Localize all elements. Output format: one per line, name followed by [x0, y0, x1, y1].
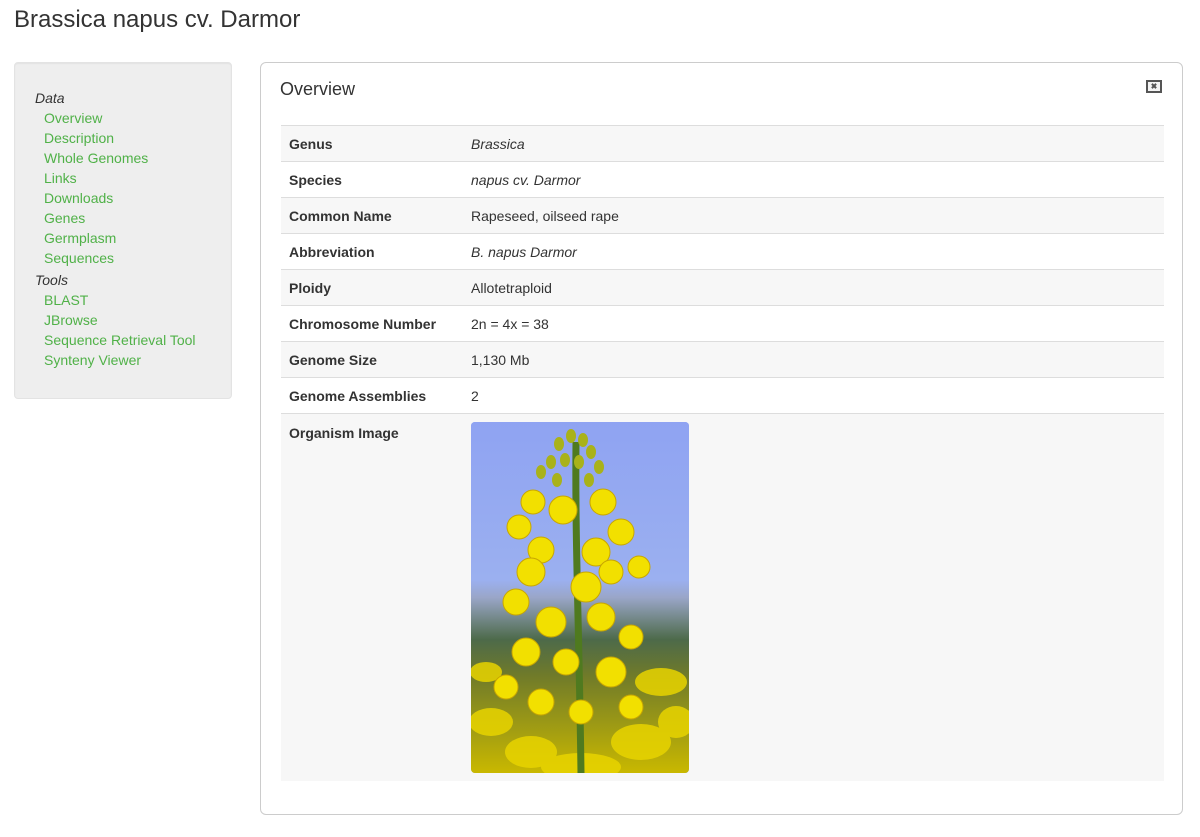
- sidebar-item-overview[interactable]: Overview: [44, 109, 231, 129]
- table-row: Species napus cv. Darmor: [281, 161, 1164, 198]
- sidebar-item-germplasm[interactable]: Germplasm: [44, 229, 231, 249]
- organism-image[interactable]: [471, 422, 689, 773]
- row-label-organism-image: Organism Image: [281, 413, 463, 781]
- row-label-common-name: Common Name: [281, 197, 463, 234]
- sidebar-item-description[interactable]: Description: [44, 129, 231, 149]
- row-label-ploidy: Ploidy: [281, 269, 463, 306]
- row-value-common-name: Rapeseed, oilseed rape: [463, 197, 1164, 234]
- table-row: Genome Assemblies 2: [281, 377, 1164, 414]
- sidebar-heading-tools: Tools: [35, 272, 68, 288]
- table-row: Genus Brassica: [281, 125, 1164, 162]
- row-value-abbreviation: B. napus Darmor: [463, 233, 1164, 270]
- sidebar-item-sequence-retrieval-tool[interactable]: Sequence Retrieval Tool: [44, 331, 231, 351]
- row-value-chromosome-number: 2n = 4x = 38: [463, 305, 1164, 342]
- table-row: Ploidy Allotetraploid: [281, 269, 1164, 306]
- row-value-genome-size: 1,130 Mb: [463, 341, 1164, 378]
- row-value-species: napus cv. Darmor: [463, 161, 1164, 198]
- row-value-genus: Brassica: [463, 125, 1164, 162]
- row-label-genus: Genus: [281, 125, 463, 162]
- overview-panel: Overview Genus Brassica Species napus cv…: [260, 62, 1183, 815]
- row-label-abbreviation: Abbreviation: [281, 233, 463, 270]
- sidebar-group-tools: Tools BLAST JBrowse Sequence Retrieval T…: [15, 271, 231, 371]
- row-label-chromosome-number: Chromosome Number: [281, 305, 463, 342]
- rapeseed-flower-image: [471, 422, 689, 773]
- row-value-organism-image: [463, 413, 1164, 781]
- sidebar: Data Overview Description Whole Genomes …: [14, 62, 232, 399]
- sidebar-item-downloads[interactable]: Downloads: [44, 189, 231, 209]
- row-value-genome-assemblies: 2: [463, 377, 1164, 414]
- table-row: Chromosome Number 2n = 4x = 38: [281, 305, 1164, 342]
- row-label-species: Species: [281, 161, 463, 198]
- page-title: Brassica napus cv. Darmor: [14, 6, 301, 33]
- sidebar-item-jbrowse[interactable]: JBrowse: [44, 311, 231, 331]
- panel-title: Overview: [280, 79, 356, 99]
- table-row: Organism Image: [281, 413, 1164, 781]
- table-row: Abbreviation B. napus Darmor: [281, 233, 1164, 270]
- sidebar-item-blast[interactable]: BLAST: [44, 291, 231, 311]
- overview-table: Genus Brassica Species napus cv. Darmor …: [281, 125, 1164, 781]
- sidebar-item-sequences[interactable]: Sequences: [44, 249, 231, 269]
- table-row: Common Name Rapeseed, oilseed rape: [281, 197, 1164, 234]
- close-icon[interactable]: [1146, 80, 1162, 93]
- sidebar-group-data: Data Overview Description Whole Genomes …: [15, 89, 231, 269]
- sidebar-item-whole-genomes[interactable]: Whole Genomes: [44, 149, 231, 169]
- sidebar-item-synteny-viewer[interactable]: Synteny Viewer: [44, 351, 231, 371]
- row-label-genome-size: Genome Size: [281, 341, 463, 378]
- row-value-ploidy: Allotetraploid: [463, 269, 1164, 306]
- row-label-genome-assemblies: Genome Assemblies: [281, 377, 463, 414]
- table-row: Genome Size 1,130 Mb: [281, 341, 1164, 378]
- sidebar-item-links[interactable]: Links: [44, 169, 231, 189]
- sidebar-item-genes[interactable]: Genes: [44, 209, 231, 229]
- sidebar-heading-data: Data: [35, 90, 65, 106]
